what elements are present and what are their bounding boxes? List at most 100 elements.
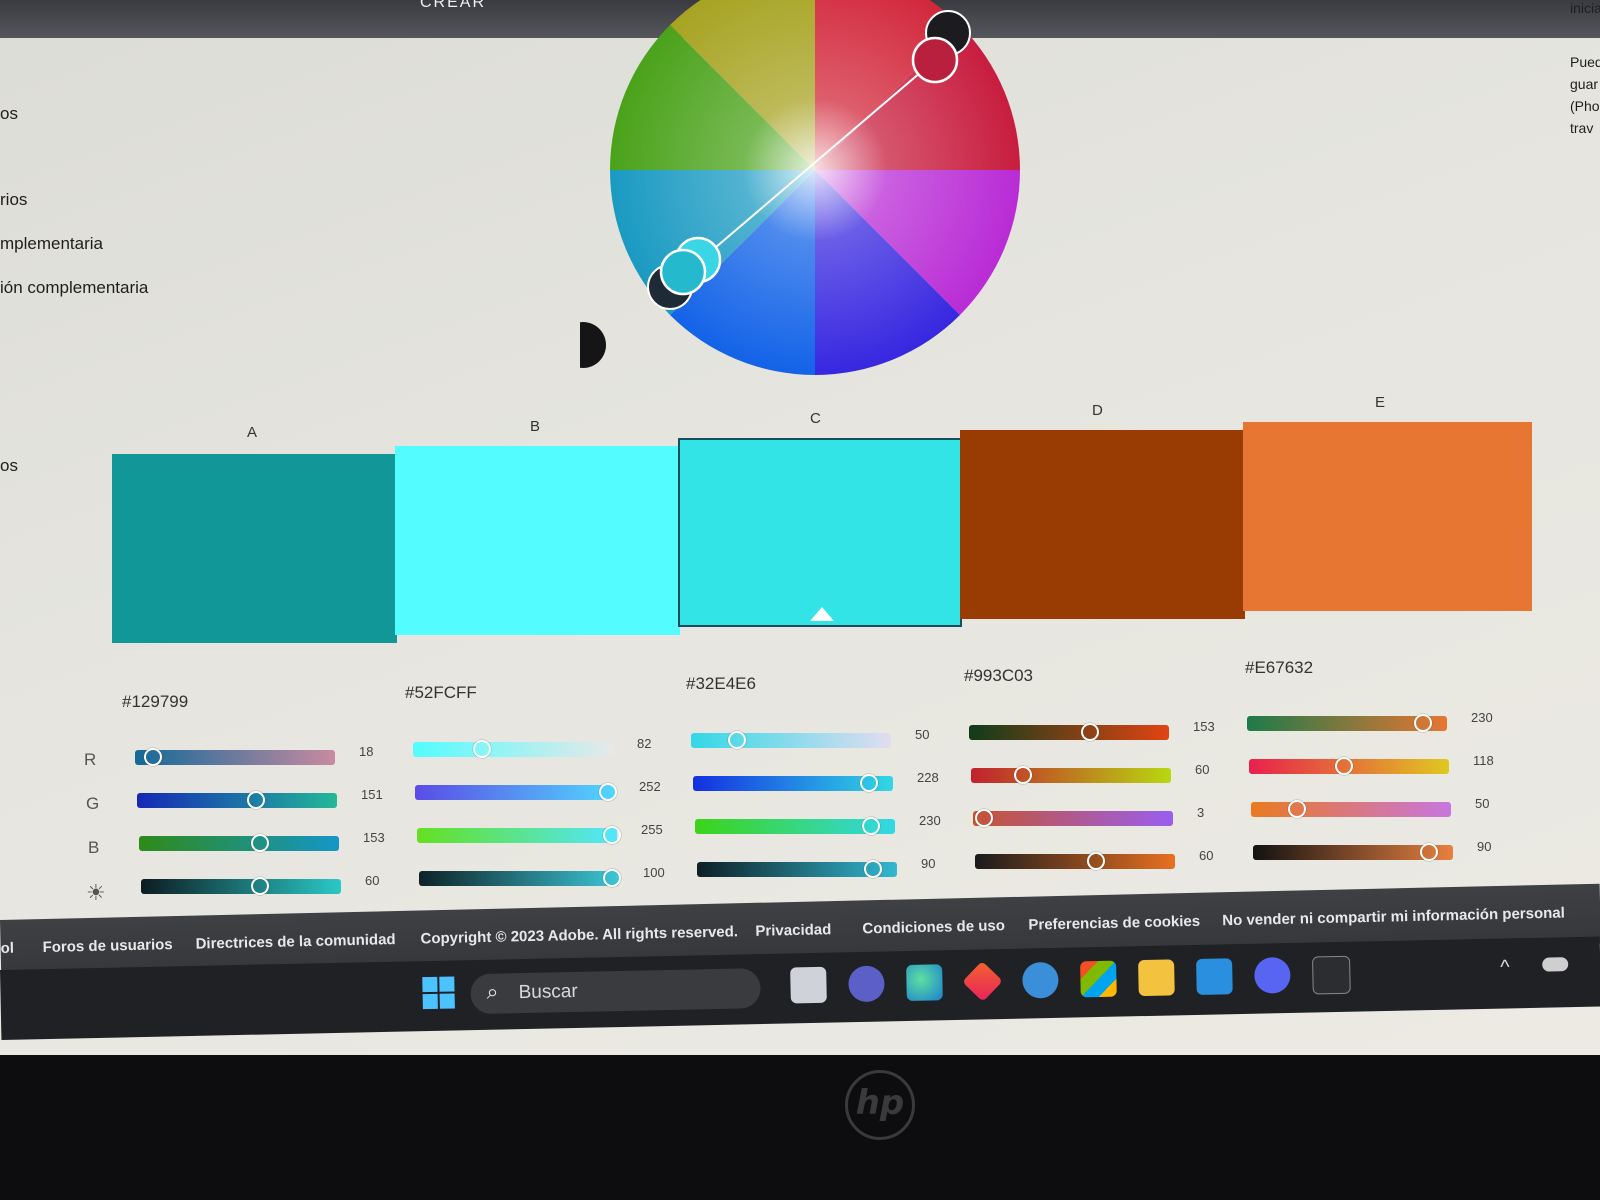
swatch-c[interactable] — [678, 438, 962, 627]
color-slider[interactable] — [419, 868, 622, 887]
slider-value: 252 — [639, 778, 661, 794]
color-slider[interactable] — [1249, 757, 1449, 775]
slider-value: 60 — [1199, 847, 1214, 863]
task-view-icon[interactable] — [790, 966, 827, 1004]
slider-value: 90 — [921, 856, 936, 871]
store-icon[interactable] — [1080, 960, 1117, 998]
swatch-b[interactable] — [395, 446, 680, 635]
app-icon[interactable] — [962, 961, 1003, 1002]
vscode-icon[interactable] — [1196, 958, 1233, 995]
folder-icon[interactable] — [1138, 959, 1175, 997]
screen: CREAR os rios mplementaria ión complemen… — [0, 0, 1600, 1055]
swatch-d[interactable] — [960, 430, 1245, 619]
color-slider[interactable] — [691, 731, 891, 749]
slider-value: 100 — [643, 864, 665, 880]
discord-icon[interactable] — [1254, 956, 1291, 994]
hex-value[interactable]: #52FCFF — [405, 683, 477, 703]
slider-knob[interactable] — [144, 748, 163, 766]
slider-knob[interactable] — [1013, 765, 1032, 784]
color-slider[interactable] — [141, 877, 341, 895]
color-slider[interactable] — [695, 817, 895, 835]
slider-value: 18 — [359, 744, 374, 759]
right-note-line: inicia — [1570, 0, 1600, 16]
footer-link[interactable]: Preferencias de cookies — [1028, 913, 1200, 934]
slider-knob[interactable] — [860, 774, 879, 792]
hex-value[interactable]: #129799 — [122, 692, 188, 712]
slider-knob[interactable] — [603, 868, 622, 887]
terminal-icon[interactable] — [1312, 955, 1351, 995]
swatch-strip — [112, 418, 1532, 643]
color-slider[interactable] — [1253, 843, 1453, 861]
wheel-handle-cyan[interactable] — [659, 248, 707, 296]
slider-knob[interactable] — [246, 791, 265, 809]
footer-link[interactable]: ol — [0, 940, 14, 957]
windows-start-icon[interactable] — [420, 974, 457, 1011]
slider-knob[interactable] — [1414, 714, 1433, 732]
slider-knob[interactable] — [728, 731, 747, 749]
swatch-letter: E — [1375, 394, 1386, 411]
slider-knob[interactable] — [1334, 757, 1353, 775]
footer-link[interactable]: Privacidad — [755, 921, 831, 940]
slider-knob[interactable] — [1080, 722, 1099, 741]
left-menu-item[interactable]: os — [0, 104, 18, 124]
slider-value: 50 — [915, 727, 930, 742]
footer-copyright: Copyright © 2023 Adobe. All rights reser… — [420, 923, 739, 948]
left-menu-item[interactable]: rios — [0, 190, 27, 210]
slider-knob[interactable] — [250, 877, 269, 895]
color-slider[interactable] — [971, 765, 1171, 784]
taskbar-search[interactable]: ⌕ Buscar — [470, 968, 761, 1015]
color-slider[interactable] — [417, 825, 621, 844]
color-slider[interactable] — [413, 739, 613, 758]
footer-link[interactable]: No vender ni compartir mi información pe… — [1222, 904, 1565, 929]
row-label-g: G — [86, 794, 100, 813]
slider-knob[interactable] — [250, 834, 269, 852]
slider-knob[interactable] — [864, 860, 883, 878]
color-slider[interactable] — [693, 774, 893, 792]
cloud-icon[interactable] — [1542, 957, 1569, 972]
left-menu-item[interactable]: os — [0, 456, 18, 476]
help-icon[interactable] — [1022, 961, 1059, 999]
color-wheel[interactable] — [580, 0, 1040, 400]
slider-value: 153 — [363, 830, 385, 845]
hex-value[interactable]: #E67632 — [1245, 658, 1313, 678]
color-slider[interactable] — [975, 851, 1175, 870]
color-slider[interactable] — [1251, 800, 1451, 818]
slider-knob[interactable] — [603, 825, 621, 844]
search-placeholder: Buscar — [518, 980, 578, 1004]
wheel-handle-red[interactable] — [911, 36, 959, 84]
footer-link[interactable]: Directrices de la comunidad — [195, 931, 395, 953]
color-slider[interactable] — [1247, 714, 1447, 732]
color-slider[interactable] — [139, 834, 339, 852]
row-label-r: R — [84, 750, 97, 769]
slider-value: 118 — [1473, 753, 1494, 768]
slider-value: 151 — [361, 787, 383, 802]
color-slider[interactable] — [415, 782, 618, 801]
swatch-a[interactable] — [112, 454, 397, 643]
edge-icon[interactable] — [906, 964, 943, 1002]
slider-knob[interactable] — [974, 808, 993, 827]
slider-knob[interactable] — [1086, 851, 1105, 870]
slider-knob[interactable] — [862, 817, 881, 835]
wheel-handle-black[interactable] — [580, 322, 606, 368]
hex-value[interactable]: #32E4E6 — [686, 674, 756, 694]
left-menu-item[interactable]: mplementaria — [0, 234, 103, 254]
color-slider[interactable] — [137, 791, 337, 809]
right-note-line: (Pho — [1570, 98, 1600, 114]
swatch-e[interactable] — [1243, 422, 1532, 611]
footer-link[interactable]: Condiciones de uso — [862, 917, 1005, 937]
slider-knob[interactable] — [1288, 800, 1307, 818]
slider-knob[interactable] — [472, 739, 491, 758]
color-slider[interactable] — [973, 808, 1173, 827]
slider-knob[interactable] — [599, 782, 618, 801]
top-bar-label[interactable]: CREAR — [420, 0, 486, 12]
slider-knob[interactable] — [1420, 843, 1439, 861]
color-slider[interactable] — [697, 860, 897, 878]
color-slider[interactable] — [969, 722, 1169, 741]
teams-icon[interactable] — [848, 965, 885, 1003]
right-note-line: trav — [1570, 120, 1594, 136]
footer-link[interactable]: Foros de usuarios — [42, 936, 172, 956]
color-slider[interactable] — [135, 748, 335, 766]
chevron-up-icon[interactable]: ^ — [1500, 956, 1510, 979]
hex-value[interactable]: #993C03 — [964, 666, 1033, 686]
left-menu-item[interactable]: ión complementaria — [0, 278, 148, 298]
